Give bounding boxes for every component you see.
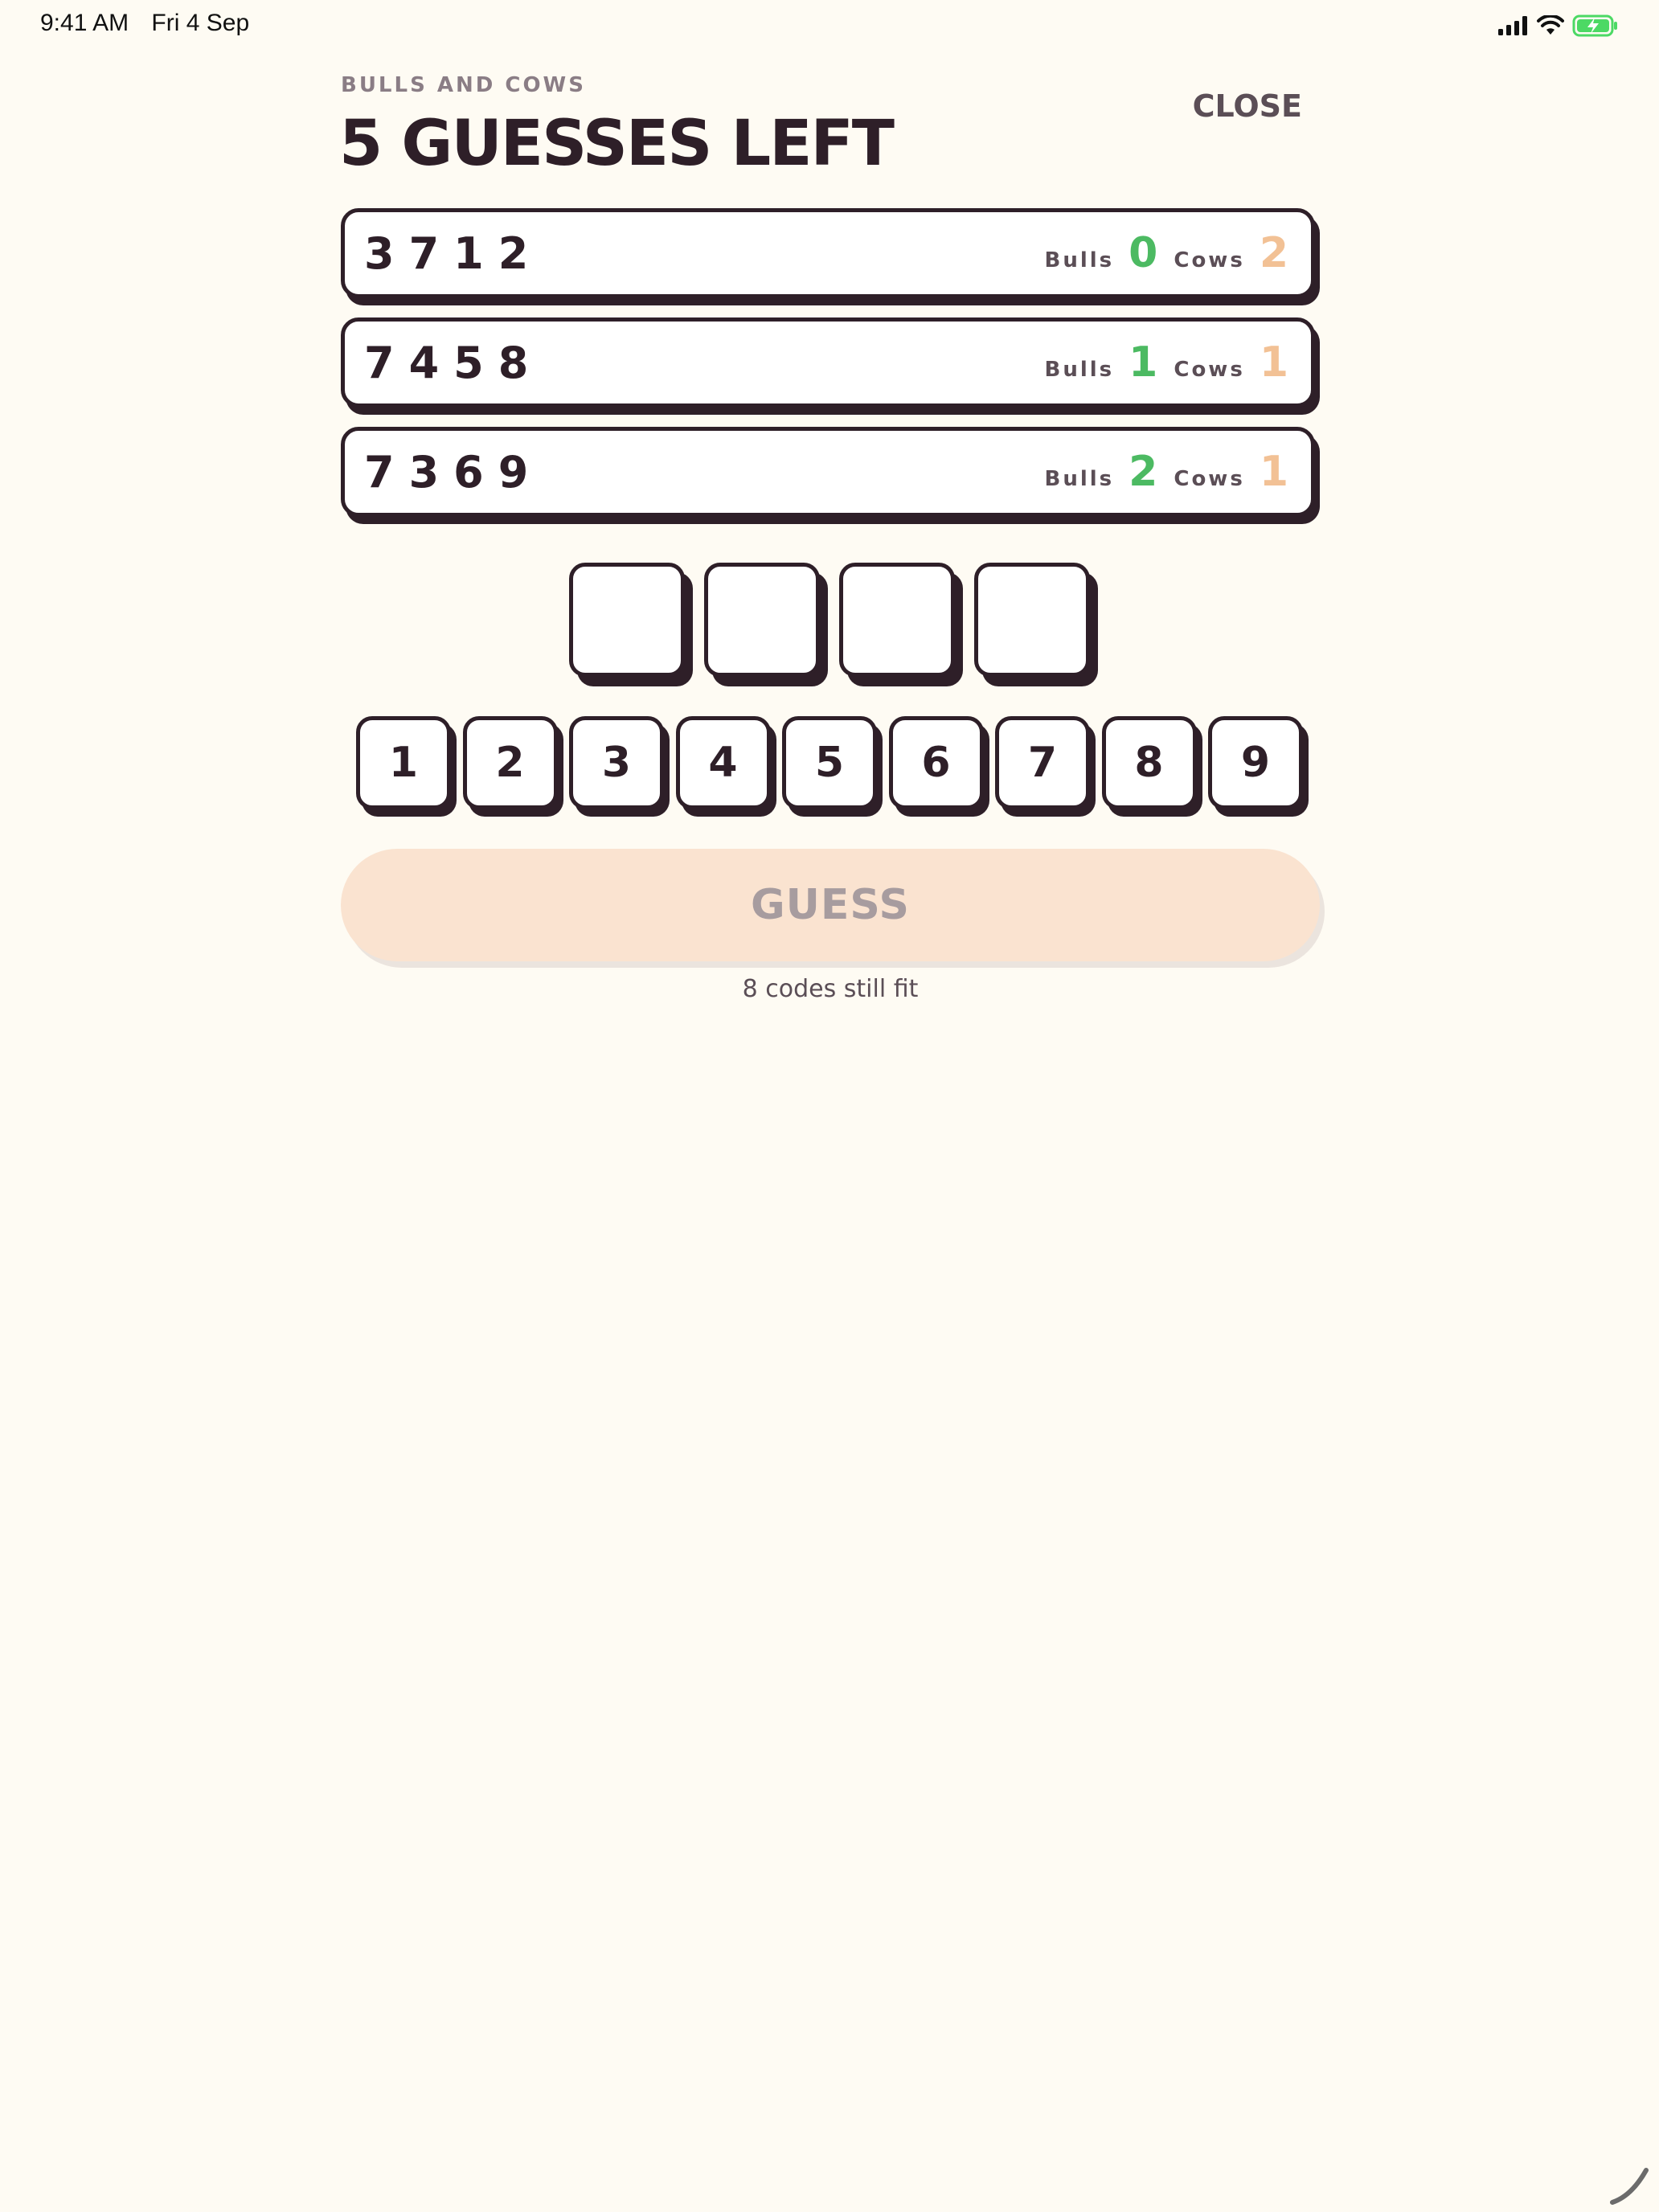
- digit-key-2[interactable]: 2: [462, 716, 558, 809]
- bulls-label: Bulls: [1044, 248, 1115, 272]
- status-icons: [1498, 13, 1619, 39]
- guess-row: 7369 Bulls 2 Cows 1: [341, 427, 1315, 517]
- bulls-count: 2: [1129, 448, 1158, 496]
- cows-count: 1: [1259, 448, 1288, 496]
- guess-button[interactable]: GUESS: [341, 849, 1320, 961]
- guess-digits: 7369: [364, 446, 543, 498]
- cows-label: Cows: [1174, 248, 1245, 272]
- guess-row: 3712 Bulls 0 Cows 2: [341, 208, 1315, 298]
- digit-key-6[interactable]: 6: [888, 716, 984, 809]
- guess-digits: 7458: [364, 337, 543, 388]
- digit-key-9[interactable]: 9: [1208, 716, 1303, 809]
- entry-slot-3[interactable]: [839, 563, 955, 677]
- digit-key-3[interactable]: 3: [569, 716, 664, 809]
- entry-slots: [569, 563, 1090, 677]
- digit-key-8[interactable]: 8: [1101, 716, 1197, 809]
- entry-slot-1[interactable]: [569, 563, 685, 677]
- bulls-count: 1: [1129, 338, 1158, 387]
- bulls-label: Bulls: [1044, 358, 1115, 382]
- entry-slot-2[interactable]: [704, 563, 820, 677]
- guess-digits: 3712: [364, 227, 543, 279]
- status-bar: 9:41 AM Fri 4 Sep: [0, 0, 1659, 51]
- bulls-label: Bulls: [1044, 467, 1115, 491]
- guess-history: 3712 Bulls 0 Cows 2 7458 Bulls 1 Cows 1 …: [341, 208, 1320, 536]
- digit-key-4[interactable]: 4: [675, 716, 771, 809]
- cows-count: 2: [1259, 229, 1288, 277]
- guess-row: 7458 Bulls 1 Cows 1: [341, 317, 1315, 408]
- status-clock: 9:41 AM: [40, 10, 129, 36]
- guess-score: Bulls 1 Cows 1: [1045, 342, 1288, 383]
- remaining-codes-hint: 8 codes still fit: [742, 975, 919, 1003]
- cows-label: Cows: [1174, 467, 1245, 491]
- digit-key-1[interactable]: 1: [356, 716, 451, 809]
- status-date: Fri 4 Sep: [151, 10, 250, 36]
- guess-score: Bulls 0 Cows 2: [1045, 232, 1288, 274]
- bulls-count: 0: [1129, 229, 1158, 277]
- cows-label: Cows: [1174, 358, 1245, 382]
- entry-slot-4[interactable]: [974, 563, 1090, 677]
- digit-keypad: 1 2 3 4 5 6 7 8 9: [356, 716, 1303, 809]
- close-button[interactable]: CLOSE: [1157, 84, 1302, 129]
- wifi-icon: [1537, 15, 1564, 35]
- battery-charging-icon: [1572, 14, 1617, 37]
- digit-key-5[interactable]: 5: [782, 716, 877, 809]
- digit-key-7[interactable]: 7: [995, 716, 1090, 809]
- cows-count: 1: [1259, 338, 1288, 387]
- status-time: 9:41 AM Fri 4 Sep: [40, 10, 249, 37]
- game-subtitle: BULLS AND COWS: [341, 73, 586, 97]
- page-title: 5 GUESSES LEFT: [339, 108, 895, 180]
- cellular-signal-icon: [1498, 16, 1527, 35]
- guess-score: Bulls 2 Cows 1: [1045, 451, 1288, 493]
- corner-grip-icon: [1610, 2168, 1649, 2205]
